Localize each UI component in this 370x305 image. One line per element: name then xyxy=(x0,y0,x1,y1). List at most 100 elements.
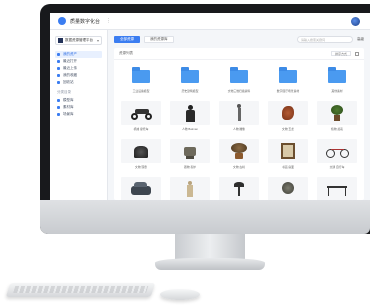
nav-icon xyxy=(57,60,60,63)
asset-thumbnail xyxy=(170,139,210,163)
tab-bar: 全部资源 我的资源库 请输入搜索关键词 高级 xyxy=(114,35,364,44)
nav-icon xyxy=(57,99,60,102)
asset-card[interactable]: 人物 雕像 xyxy=(217,101,261,135)
chevron-down-icon: ▾ xyxy=(96,38,99,43)
sidebar-group-heading: 分类目录 xyxy=(57,90,71,94)
nav-icon xyxy=(57,53,60,56)
nav-icon xyxy=(57,67,60,70)
thumbnail-shape xyxy=(238,108,241,121)
folder-icon xyxy=(279,67,297,83)
asset-card[interactable]: 文物 铜鼎 xyxy=(119,139,163,173)
sidebar-item-label: 回收站 xyxy=(63,80,74,84)
sidebar-item[interactable]: 回收站 xyxy=(55,79,102,86)
sidebar-item-label: 模型库 xyxy=(63,98,74,102)
sidebar-item[interactable]: 我的资产 xyxy=(55,51,102,58)
asset-caption: 器物 香炉 xyxy=(184,165,196,169)
sidebar-groups: 我的资产 最近打开最近上传 我的收藏 回收站分类目录模型库素材库 场景库 xyxy=(55,51,102,118)
thumbnail-shape xyxy=(145,113,152,120)
asset-caption: 植物 盆栽 xyxy=(331,127,343,131)
asset-thumbnail xyxy=(121,101,161,125)
asset-card[interactable]: 灯具 xyxy=(217,177,261,200)
thumbnail-shape xyxy=(231,143,247,153)
asset-card[interactable]: 文物 玉龙 xyxy=(266,101,310,135)
asset-card[interactable]: 文物 古树 xyxy=(217,139,261,173)
asset-caption: 其他素材 xyxy=(331,89,343,93)
thumbnail-shape xyxy=(135,109,149,114)
library-icon xyxy=(58,38,63,43)
folder-card[interactable]: 历史建筑模型 xyxy=(168,63,212,97)
advanced-search-button[interactable]: 高级 xyxy=(357,37,364,42)
sort-dropdown[interactable]: 排序方式 xyxy=(330,51,351,56)
sidebar-group: 分类目录模型库素材库 场景库 xyxy=(55,90,102,118)
breadcrumb: 资源列表 xyxy=(119,51,133,55)
thumbnail-shape xyxy=(340,149,349,158)
asset-caption: 人物 雕像 xyxy=(233,127,245,131)
folder-card[interactable]: 数字展厅场景素材 xyxy=(266,63,310,97)
asset-caption: 工业设备模型 xyxy=(132,89,150,93)
asset-caption: 机械 摩托车 xyxy=(133,127,149,131)
asset-thumbnail xyxy=(317,101,357,125)
thumbnail-shape xyxy=(134,182,147,187)
sidebar-item[interactable]: 模型库 xyxy=(55,97,102,104)
thumbnail-shape xyxy=(235,153,243,159)
sidebar-item[interactable]: 最近打开 xyxy=(55,58,102,65)
asset-caption: 书画 扇面 xyxy=(282,165,294,169)
asset-card[interactable]: 书画 扇面 xyxy=(266,139,310,173)
main-content: 全部资源 我的资源库 请输入搜索关键词 高级 资源列表 排序方式 工业设备模型 历… xyxy=(108,30,370,200)
asset-card[interactable]: 人物 Batman xyxy=(168,101,212,135)
keyboard xyxy=(5,283,156,297)
asset-thumbnail xyxy=(219,101,259,125)
tab-all-resources[interactable]: 全部资源 xyxy=(114,36,140,43)
resource-grid: 工业设备模型 历史建筑模型 文物三维扫描资料 数字展厅场景素材 其他素材 机械 摩托车 人物… xyxy=(119,63,359,200)
sidebar-item-label: 最近打开 xyxy=(63,59,77,63)
asset-card[interactable]: 器物 香炉 xyxy=(168,139,212,173)
sidebar-item[interactable]: 场景库 xyxy=(55,111,102,118)
folder-card[interactable]: 工业设备模型 xyxy=(119,63,163,97)
thumbnail-shape xyxy=(327,186,347,188)
avatar[interactable] xyxy=(351,17,360,26)
asset-thumbnail xyxy=(121,139,161,163)
asset-card[interactable]: 人物 xyxy=(168,177,212,200)
asset-thumbnail xyxy=(317,139,357,163)
sidebar-item[interactable]: 最近上传 xyxy=(55,65,102,72)
thumbnail-shape xyxy=(134,146,148,158)
asset-thumbnail xyxy=(121,63,161,87)
search-input[interactable]: 请输入搜索关键词 xyxy=(297,36,353,43)
thumbnail-shape xyxy=(187,185,193,197)
grid-view-icon[interactable] xyxy=(355,51,359,56)
thumbnail-shape xyxy=(186,110,195,122)
thumbnail-shape xyxy=(282,106,294,120)
thumbnail-shape xyxy=(326,149,335,158)
library-name: 数据资源管理平台 xyxy=(65,38,93,42)
top-bar: 质量数字化台 ⋮ xyxy=(50,13,370,30)
asset-card[interactable]: 交通 自行车 xyxy=(315,139,359,173)
nav-icon xyxy=(57,113,60,116)
tab-my-library[interactable]: 我的资源库 xyxy=(144,36,174,43)
sidebar-item[interactable]: 素材库 xyxy=(55,104,102,111)
asset-thumbnail xyxy=(219,63,259,87)
screen: 质量数字化台 ⋮ 数据资源管理平台 ▾ 我的资产 最近打开最近上传 我的收藏 回收站分… xyxy=(50,13,370,200)
asset-thumbnail xyxy=(268,139,308,163)
asset-card[interactable]: 机械 摩托车 xyxy=(119,101,163,135)
thumbnail-shape xyxy=(334,115,340,121)
folder-card[interactable]: 文物三维扫描资料 xyxy=(217,63,261,97)
asset-card[interactable]: 汽车 xyxy=(119,177,163,200)
folder-card[interactable]: 其他素材 xyxy=(315,63,359,97)
asset-card[interactable]: 植物 盆栽 xyxy=(315,101,359,135)
asset-card[interactable]: 器物 xyxy=(266,177,310,200)
nav-icon xyxy=(57,74,60,77)
thumbnail-shape xyxy=(282,182,294,194)
folder-icon xyxy=(230,67,248,83)
more-menu-icon[interactable]: ⋮ xyxy=(106,18,111,24)
thumbnail-shape xyxy=(238,187,240,196)
resource-panel: 资源列表 排序方式 工业设备模型 历史建筑模型 文物三维扫描资料 数字展厅场景素材 其他… xyxy=(114,48,364,200)
sidebar-group: 我的资产 最近打开最近上传 我的收藏 回收站 xyxy=(55,51,102,86)
asset-caption: 人物 Batman xyxy=(181,127,198,131)
library-selector[interactable]: 数据资源管理平台 ▾ xyxy=(55,36,102,45)
asset-caption: 数字展厅场景素材 xyxy=(276,89,300,93)
folder-icon xyxy=(328,67,346,83)
asset-card[interactable]: 桌 xyxy=(315,177,359,200)
sidebar-item[interactable]: 我的收藏 xyxy=(55,72,102,79)
asset-thumbnail xyxy=(170,177,210,200)
asset-thumbnail xyxy=(121,177,161,200)
